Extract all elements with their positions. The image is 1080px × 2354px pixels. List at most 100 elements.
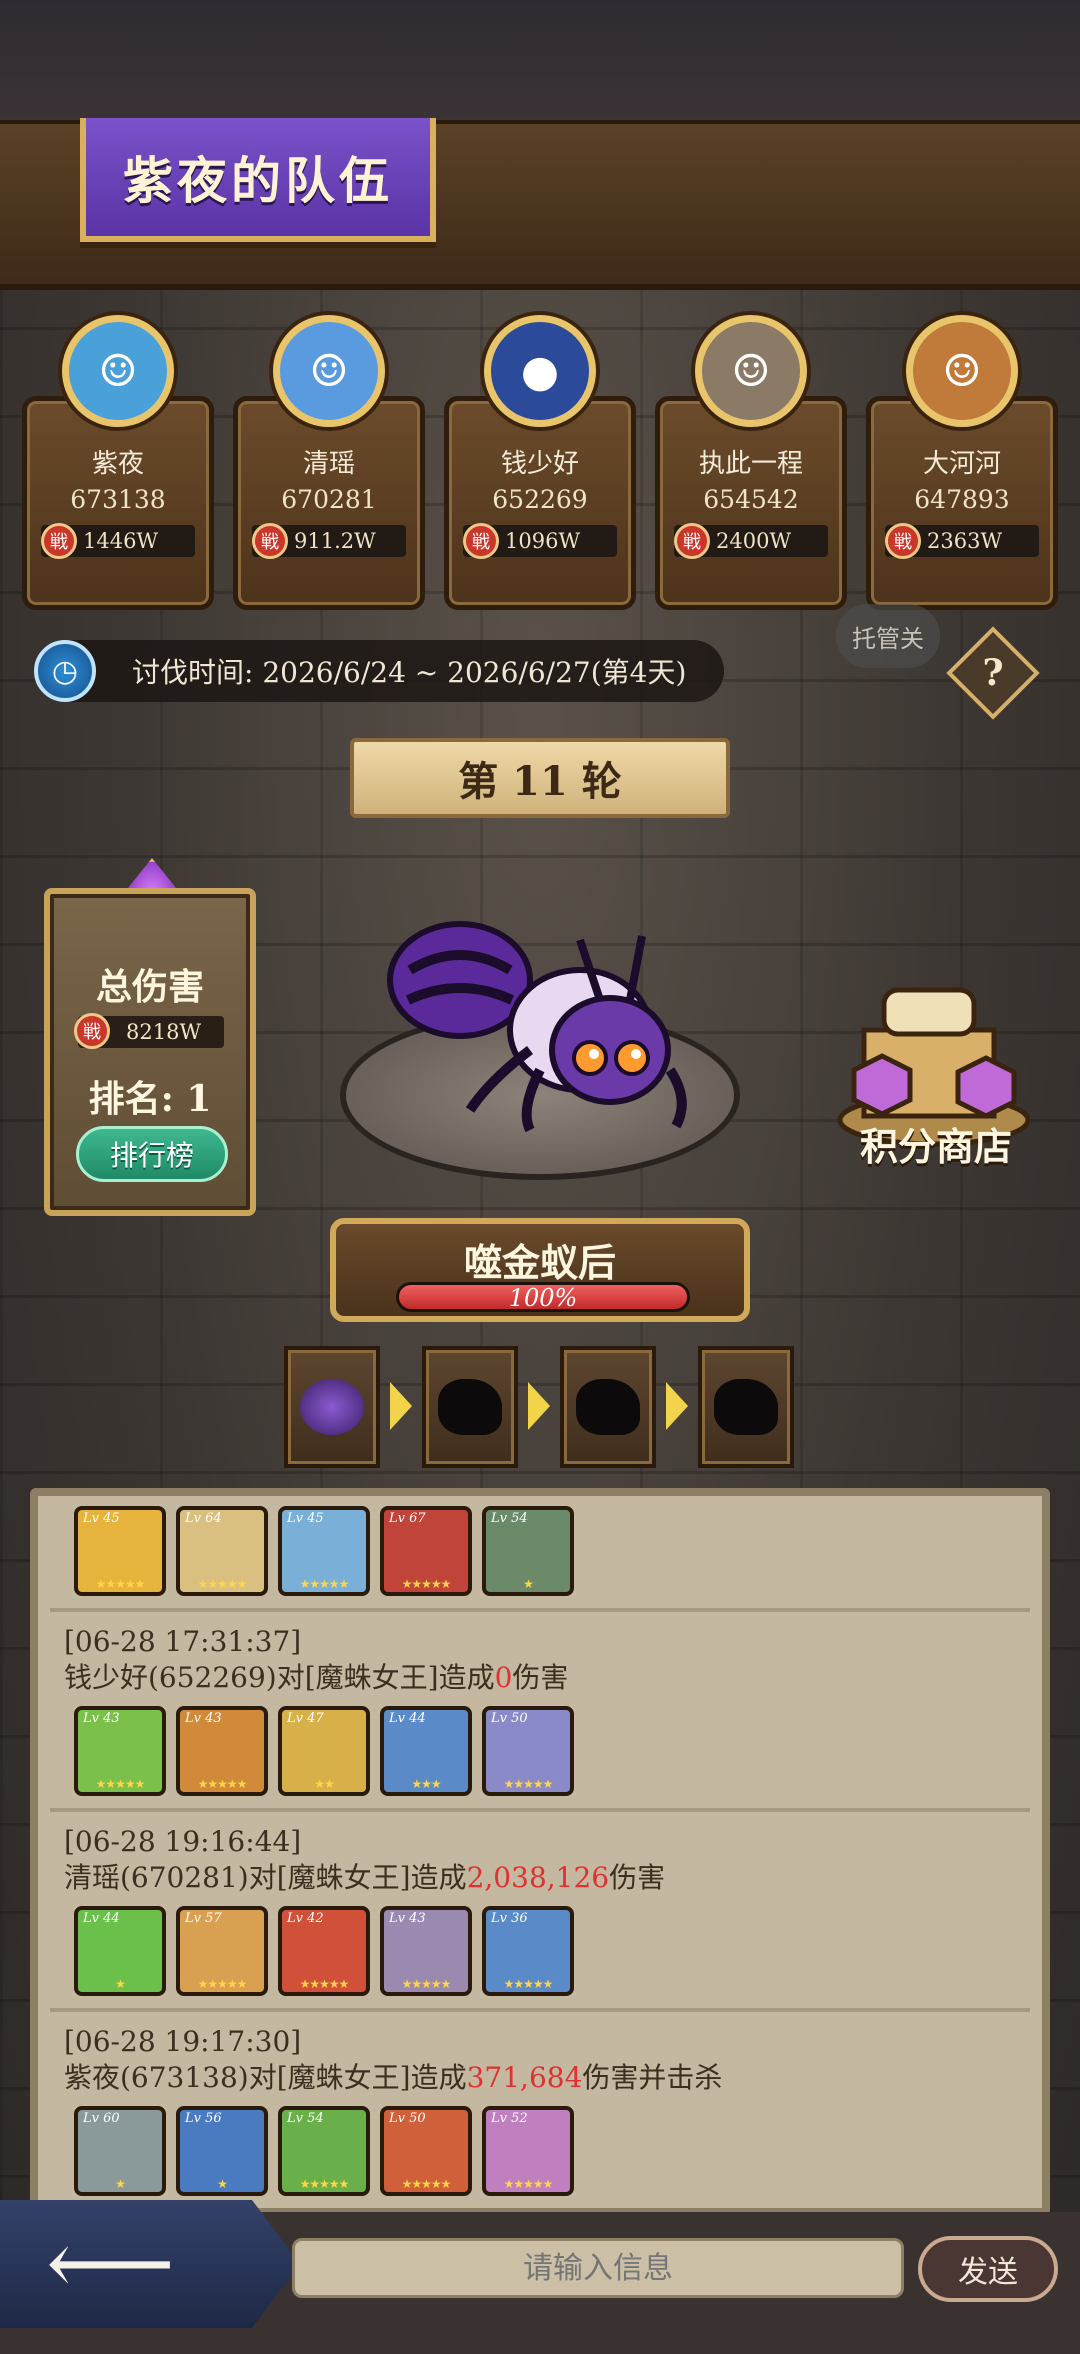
hero-portrait[interactable]: Lv 44 ★★★ <box>380 1706 472 1796</box>
boss-nameplate: 噬金蚁后 100% <box>330 1218 750 1322</box>
hero-lineup: Lv 60 ★ Lv 56 ★ Lv 54 ★★★★★ Lv 50 ★★★★★ Lv 5… <box>50 2096 1030 2208</box>
member-name: 钱少好 <box>500 449 579 479</box>
stage-slot[interactable] <box>284 1346 380 1468</box>
hero-portrait[interactable]: Lv 60 ★ <box>74 2106 166 2196</box>
log-entry: [06-28 19:17:30] 紫夜(673138)对[魔蛛女王]造成371,… <box>50 2012 1030 2208</box>
hero-lineup: Lv 43 ★★★★★ Lv 43 ★★★★★ Lv 47 ★★ Lv 44 ★★★ L… <box>50 1696 1030 1808</box>
battle-log-panel[interactable]: Lv 45 ★★★★★ Lv 64 ★★★★★ Lv 45 ★★★★★ Lv 67 ★★… <box>30 1488 1050 2216</box>
power-icon: 戦 <box>252 523 288 559</box>
power-icon: 戦 <box>463 523 499 559</box>
member-avatar[interactable]: ☺ <box>273 315 385 427</box>
member-power: 戦 2363W <box>885 523 1039 559</box>
member-name: 清瑶 <box>302 449 355 479</box>
team-members: ☺ 紫夜 673138 戦 1446W ☺ 清瑶 670281 戦 911.2W ●… <box>22 315 1062 620</box>
team-title: 紫夜的队伍 <box>123 151 393 210</box>
member-card[interactable]: ☺ 紫夜 673138 戦 1446W <box>22 315 214 610</box>
hero-lineup: Lv 44 ★ Lv 57 ★★★★★ Lv 42 ★★★★★ Lv 43 ★★★★★ … <box>50 1896 1030 2008</box>
help-icon: ? <box>982 652 1004 694</box>
hero-portrait[interactable]: Lv 44 ★ <box>74 1906 166 1996</box>
round-label: 第 11 轮 <box>458 758 622 805</box>
log-entry: [06-28 17:31:37] 钱少好(652269)对[魔蛛女王]造成0伤害… <box>50 1612 1030 1812</box>
hero-portrait[interactable]: Lv 42 ★★★★★ <box>278 1906 370 1996</box>
chevron-right-icon <box>666 1382 688 1430</box>
member-power: 戦 2400W <box>674 523 828 559</box>
damage-panel: 总伤害 戦 8218W 排名: 1 排行榜 <box>44 888 256 1216</box>
log-time: [06-28 19:17:30] <box>64 2025 302 2058</box>
hero-lineup: Lv 45 ★★★★★ Lv 64 ★★★★★ Lv 45 ★★★★★ Lv 67 ★★… <box>50 1496 1030 1608</box>
hero-portrait[interactable]: Lv 54 ★★★★★ <box>278 2106 370 2196</box>
power-icon: 戦 <box>885 523 921 559</box>
member-power: 戦 1096W <box>463 523 617 559</box>
stage-slot[interactable] <box>698 1346 794 1468</box>
log-text: [06-28 19:17:30] 紫夜(673138)对[魔蛛女王]造成371,… <box>50 2012 1030 2096</box>
damage-value: 戦 8218W <box>74 1013 224 1049</box>
member-score: 670281 <box>281 485 377 514</box>
hero-portrait[interactable]: Lv 57 ★★★★★ <box>176 1906 268 1996</box>
member-avatar[interactable]: ☺ <box>62 315 174 427</box>
hero-portrait[interactable]: Lv 45 ★★★★★ <box>278 1506 370 1596</box>
hero-portrait[interactable]: Lv 43 ★★★★★ <box>380 1906 472 1996</box>
member-name: 紫夜 <box>91 449 144 479</box>
stage-slot[interactable] <box>422 1346 518 1468</box>
member-score: 647893 <box>914 485 1010 514</box>
member-card[interactable]: ☺ 执此一程 654542 戦 2400W <box>655 315 847 610</box>
member-avatar[interactable]: ☺ <box>695 315 807 427</box>
boss-silhouette <box>576 1379 640 1435</box>
hero-portrait[interactable]: Lv 67 ★★★★★ <box>380 1506 472 1596</box>
log-time: [06-28 17:31:37] <box>64 1625 302 1658</box>
member-card[interactable]: ☺ 大河河 647893 戦 2363W <box>866 315 1058 610</box>
boss-silhouette <box>714 1379 778 1435</box>
boss-hp-text: 100% <box>508 1284 578 1312</box>
back-arrow-icon: ⟵ <box>46 2211 176 2316</box>
log-entry: [06-28 19:16:44] 清瑶(670281)对[魔蛛女王]造成2,03… <box>50 1812 1030 2012</box>
event-time-bar: ◷ 讨伐时间: 2026/6/24 ~ 2026/6/27(第4天) <box>34 640 724 702</box>
log-time: [06-28 19:16:44] <box>64 1825 302 1858</box>
member-name: 大河河 <box>922 449 1001 479</box>
boss-ant-queen[interactable] <box>380 900 700 1140</box>
event-time-text: 讨伐时间: 2026/6/24 ~ 2026/6/27(第4天) <box>132 656 687 689</box>
chevron-right-icon <box>528 1382 550 1430</box>
stage-slot[interactable] <box>560 1346 656 1468</box>
round-banner: 第 11 轮 <box>262 738 818 830</box>
point-shop-label[interactable]: 积分商店 <box>846 1116 1026 1171</box>
boss-hp-bar: 100% <box>396 1282 690 1312</box>
chevron-right-icon <box>390 1382 412 1430</box>
hero-portrait[interactable]: Lv 47 ★★ <box>278 1706 370 1796</box>
member-score: 673138 <box>70 485 166 514</box>
member-power: 戦 1446W <box>41 523 195 559</box>
member-score: 654542 <box>703 485 799 514</box>
member-card[interactable]: ● 钱少好 652269 戦 1096W <box>444 315 636 610</box>
hero-portrait[interactable]: Lv 45 ★★★★★ <box>74 1506 166 1596</box>
hero-portrait[interactable]: Lv 43 ★★★★★ <box>176 1706 268 1796</box>
top-ceiling <box>0 0 1080 120</box>
auto-toggle-button[interactable]: 托管关 <box>836 604 940 668</box>
send-button[interactable]: 发送 <box>918 2236 1058 2302</box>
chat-input[interactable] <box>292 2238 904 2298</box>
boss-silhouette <box>438 1379 502 1435</box>
hero-portrait[interactable]: Lv 54 ★ <box>482 1506 574 1596</box>
power-icon: 戦 <box>74 1013 110 1049</box>
member-power: 戦 911.2W <box>252 523 406 559</box>
hero-portrait[interactable]: Lv 64 ★★★★★ <box>176 1506 268 1596</box>
team-title-banner: 紫夜的队伍 <box>80 118 436 242</box>
hero-portrait[interactable]: Lv 36 ★★★★★ <box>482 1906 574 1996</box>
leaderboard-button[interactable]: 排行榜 <box>76 1126 228 1182</box>
member-card[interactable]: ☺ 清瑶 670281 戦 911.2W <box>233 315 425 610</box>
damage-number: 2,038,126 <box>466 1861 610 1894</box>
boss-stage-track <box>284 1346 804 1468</box>
hero-portrait[interactable]: Lv 56 ★ <box>176 2106 268 2196</box>
rank-text: 排名: 1 <box>88 1078 212 1120</box>
hero-portrait[interactable]: Lv 50 ★★★★★ <box>482 1706 574 1796</box>
damage-number: 0 <box>494 1661 513 1694</box>
clock-icon: ◷ <box>34 640 96 702</box>
hero-portrait[interactable]: Lv 52 ★★★★★ <box>482 2106 574 2196</box>
hero-portrait[interactable]: Lv 50 ★★★★★ <box>380 2106 472 2196</box>
log-entry: Lv 45 ★★★★★ Lv 64 ★★★★★ Lv 45 ★★★★★ Lv 67 ★★… <box>50 1496 1030 1612</box>
member-avatar[interactable]: ● <box>484 315 596 427</box>
log-text: [06-28 17:31:37] 钱少好(652269)对[魔蛛女王]造成0伤害 <box>50 1612 1030 1696</box>
member-name: 执此一程 <box>698 449 803 479</box>
boss-silhouette <box>300 1379 364 1435</box>
hero-portrait[interactable]: Lv 43 ★★★★★ <box>74 1706 166 1796</box>
member-avatar[interactable]: ☺ <box>906 315 1018 427</box>
log-text: [06-28 19:16:44] 清瑶(670281)对[魔蛛女王]造成2,03… <box>50 1812 1030 1896</box>
